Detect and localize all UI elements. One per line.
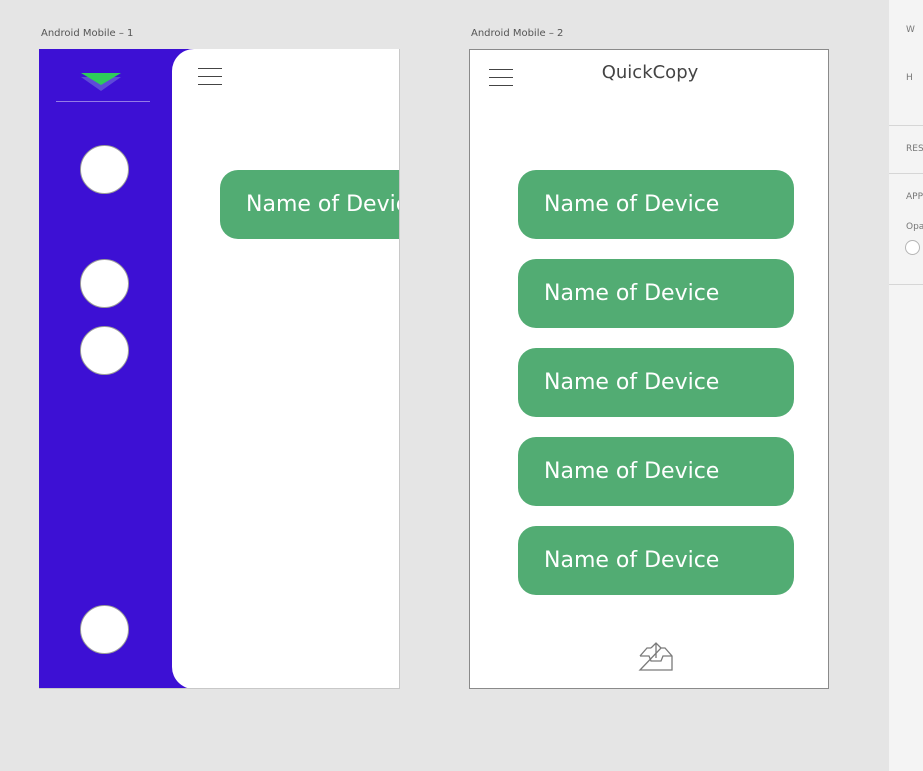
hamburger-icon[interactable] [198,67,222,87]
drawer-nav-button-4[interactable] [80,605,129,654]
responsive-section-label: RES [906,144,923,154]
device-button-5[interactable]: Name of Device [518,526,794,595]
navigation-drawer [39,49,194,688]
drawer-nav-button-1[interactable] [80,145,129,194]
panel-divider [889,173,923,174]
panel-divider [889,125,923,126]
device-button-1[interactable]: Name of Device [518,170,794,239]
artboard-label-2[interactable]: Android Mobile – 2 [471,28,563,39]
device-button-2[interactable]: Name of Device [518,259,794,328]
device-button-3[interactable]: Name of Device [518,348,794,417]
height-label: H [906,73,913,83]
artboard-android-mobile-2[interactable]: QuickCopy Name of Device Name of Device … [469,49,829,689]
opacity-label: Opa [906,222,923,232]
inbox-upload-icon[interactable] [638,642,674,672]
opacity-radio[interactable] [905,240,920,255]
artboard-android-mobile-1[interactable]: Name of Device [39,49,400,689]
panel-divider [889,284,923,285]
artboard-label-1[interactable]: Android Mobile – 1 [41,28,133,39]
properties-panel: W H RES APP Opa [889,0,923,771]
app-title: QuickCopy [601,62,699,83]
device-button-4[interactable]: Name of Device [518,437,794,506]
device-button[interactable]: Name of Device [220,170,399,239]
drawer-nav-button-3[interactable] [80,326,129,375]
drawer-nav-button-2[interactable] [80,259,129,308]
width-label: W [906,25,915,35]
drawer-divider [56,101,150,102]
chevron-down-logo-icon [81,73,121,91]
content-panel: Name of Device [172,49,399,688]
appearance-section-label: APP [906,192,923,202]
